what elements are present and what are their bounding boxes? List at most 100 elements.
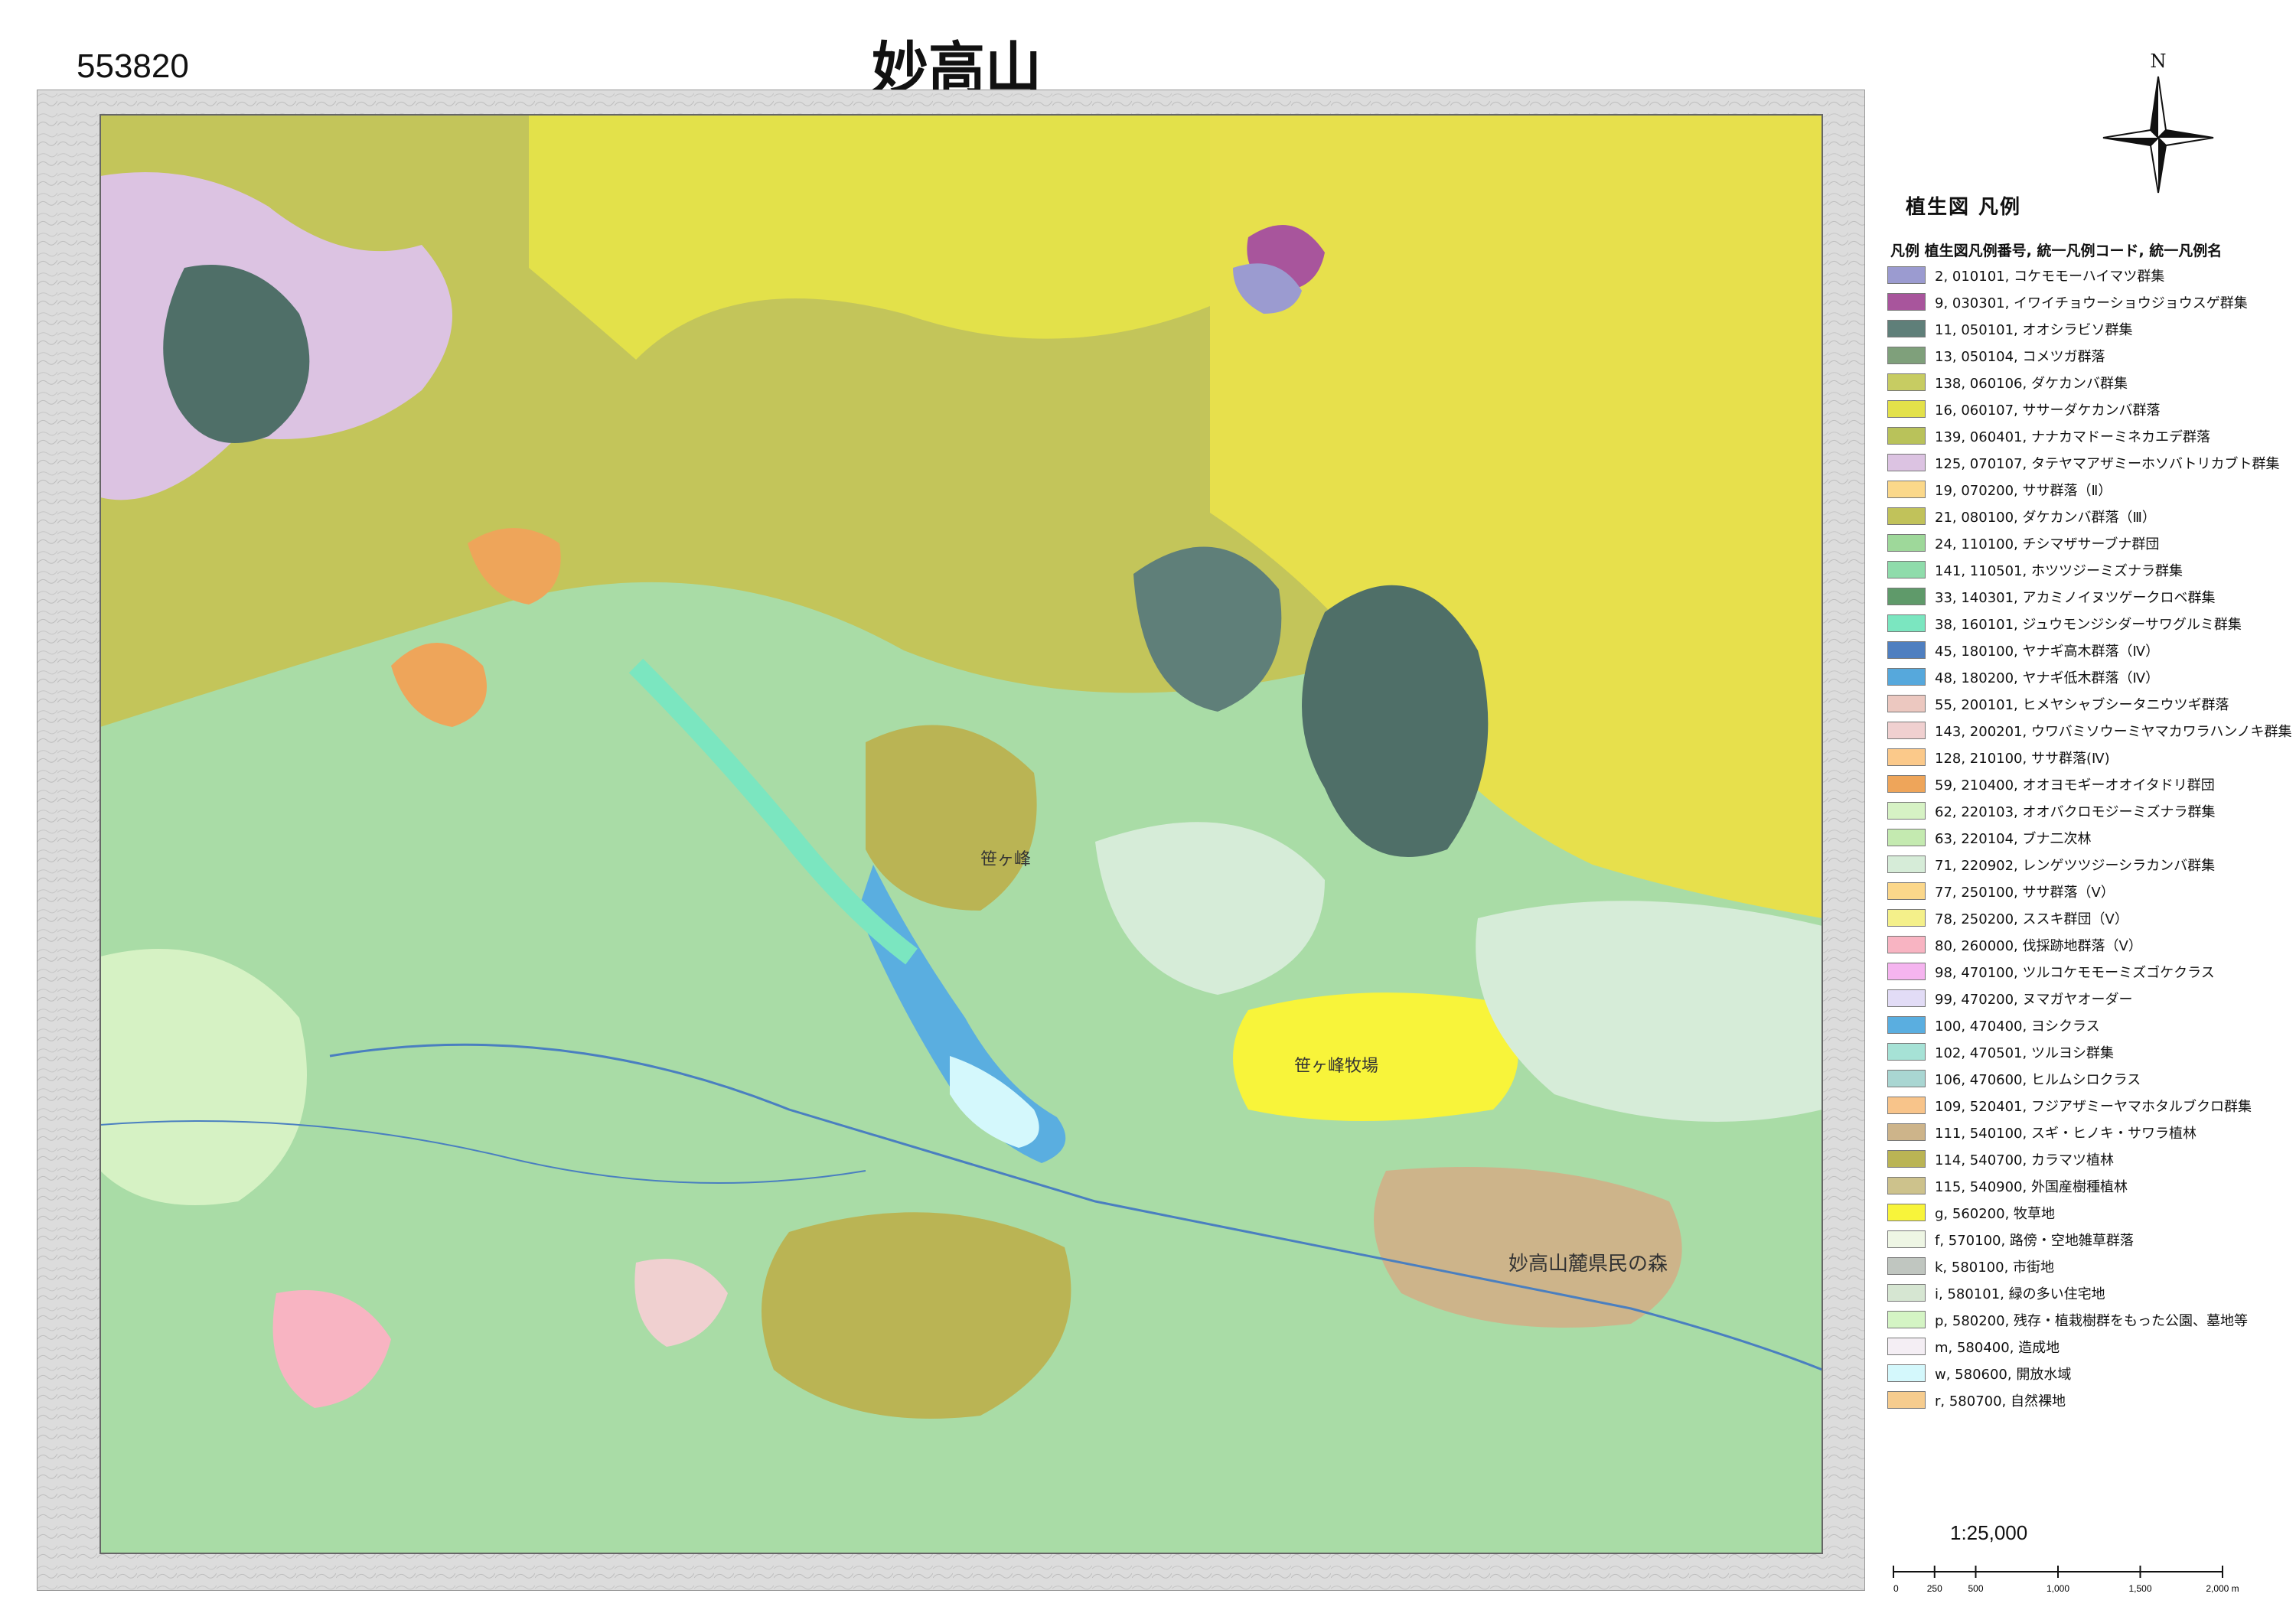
scale-tick-label: 250 — [1927, 1583, 1942, 1594]
legend-label: 139, 060401, ナナカマドーミネカエデ群落 — [1935, 429, 2210, 445]
legend-item: 63, 220104, ブナ二次林 — [1887, 824, 2285, 851]
legend-label: r, 580700, 自然裸地 — [1935, 1393, 2066, 1410]
legend-swatch — [1887, 909, 1926, 927]
legend-item: 2, 010101, コケモモーハイマツ群集 — [1887, 262, 2285, 288]
legend-swatch — [1887, 1284, 1926, 1302]
legend-label: g, 560200, 牧草地 — [1935, 1205, 2056, 1222]
map-inner: 妙高山麓県民の森 笹ヶ峰牧場 笹ヶ峰 — [99, 114, 1823, 1554]
legend-item: 71, 220902, レンゲツツジーシラカンバ群集 — [1887, 851, 2285, 878]
legend-swatch — [1887, 1016, 1926, 1034]
legend-swatch — [1887, 373, 1926, 391]
legend-swatch — [1887, 534, 1926, 552]
legend-item: 59, 210400, オオヨモギーオオイタドリ群団 — [1887, 771, 2285, 797]
place-label-sasagamine-ranch: 笹ヶ峰牧場 — [1294, 1057, 1378, 1076]
legend-item: 62, 220103, オオバクロモジーミズナラ群集 — [1887, 797, 2285, 824]
legend-item: 77, 250100, ササ群落（Ⅴ） — [1887, 878, 2285, 904]
legend-item: 114, 540700, カラマツ植林 — [1887, 1146, 2285, 1172]
legend-label: 98, 470100, ツルコケモモーミズゴケクラス — [1935, 964, 2215, 981]
legend-item: 45, 180100, ヤナギ高木群落（Ⅳ） — [1887, 637, 2285, 663]
legend-swatch — [1887, 1338, 1926, 1355]
legend-item: r, 580700, 自然裸地 — [1887, 1387, 2285, 1413]
scale-tick-label: 0 — [1893, 1583, 1899, 1594]
legend-label: 99, 470200, ヌマガヤオーダー — [1935, 991, 2133, 1008]
legend-item: 16, 060107, ササーダケカンバ群落 — [1887, 396, 2285, 422]
legend-item: 125, 070107, タテヤマアザミーホソバトリカブト群集 — [1887, 449, 2285, 476]
legend-label: 111, 540100, スギ・ヒノキ・サワラ植林 — [1935, 1125, 2197, 1142]
legend-label: 78, 250200, ススキ群団（Ⅴ） — [1935, 911, 2128, 927]
legend-label: p, 580200, 残存・植栽樹群をもった公園、墓地等 — [1935, 1312, 2249, 1329]
legend-item: k, 580100, 市街地 — [1887, 1253, 2285, 1279]
legend-label: 109, 520401, フジアザミーヤマホタルブクロ群集 — [1935, 1098, 2252, 1115]
legend-label: 63, 220104, ブナ二次林 — [1935, 830, 2092, 847]
legend-swatch — [1887, 748, 1926, 766]
legend-label: 45, 180100, ヤナギ高木群落（Ⅳ） — [1935, 643, 2160, 660]
legend-item: 78, 250200, ススキ群団（Ⅴ） — [1887, 904, 2285, 931]
legend-swatch — [1887, 1097, 1926, 1114]
legend-swatch — [1887, 614, 1926, 632]
legend-label: 128, 210100, ササ群落(Ⅳ) — [1935, 750, 2110, 767]
vegetation-map-canvas: 妙高山麓県民の森 笹ヶ峰牧場 笹ヶ峰 — [38, 90, 1864, 1590]
legend-swatch — [1887, 293, 1926, 311]
legend-swatch — [1887, 561, 1926, 578]
place-label-sasagamine: 笹ヶ峰 — [980, 850, 1031, 869]
legend-swatch — [1887, 641, 1926, 659]
place-label-prefectural-forest: 妙高山麓県民の森 — [1508, 1253, 1668, 1276]
legend-label: 38, 160101, ジュウモンジシダーサワグルミ群集 — [1935, 616, 2242, 633]
legend-item: 19, 070200, ササ群落（Ⅱ） — [1887, 476, 2285, 503]
legend-item: 109, 520401, フジアザミーヤマホタルブクロ群集 — [1887, 1092, 2285, 1119]
legend-swatch — [1887, 829, 1926, 846]
legend-item: 80, 260000, 伐採跡地群落（Ⅴ） — [1887, 931, 2285, 958]
legend-label: 24, 110100, チシマザサーブナ群団 — [1935, 536, 2160, 552]
legend-swatch — [1887, 266, 1926, 284]
legend-item: 102, 470501, ツルヨシ群集 — [1887, 1038, 2285, 1065]
legend-swatch — [1887, 1391, 1926, 1409]
legend-label: 21, 080100, ダケカンバ群落（Ⅲ） — [1935, 509, 2156, 526]
legend-swatch — [1887, 1150, 1926, 1168]
legend-swatch — [1887, 936, 1926, 953]
sheet-id: 553820 — [77, 47, 189, 85]
legend-item: 106, 470600, ヒルムシロクラス — [1887, 1065, 2285, 1092]
legend-swatch — [1887, 882, 1926, 900]
legend-swatch — [1887, 588, 1926, 605]
legend-item: 55, 200101, ヒメヤシャブシータニウツギ群落 — [1887, 690, 2285, 717]
legend-swatch — [1887, 775, 1926, 793]
legend-item: w, 580600, 開放水域 — [1887, 1360, 2285, 1387]
legend-item: m, 580400, 造成地 — [1887, 1333, 2285, 1360]
legend-swatch — [1887, 989, 1926, 1007]
legend-label: f, 570100, 路傍・空地雑草群落 — [1935, 1232, 2134, 1249]
legend-item: 11, 050101, オオシラビソ群集 — [1887, 315, 2285, 342]
legend-item: 98, 470100, ツルコケモモーミズゴケクラス — [1887, 958, 2285, 985]
legend-label: i, 580101, 緑の多い住宅地 — [1935, 1286, 2105, 1302]
legend-item: 99, 470200, ヌマガヤオーダー — [1887, 985, 2285, 1012]
legend-label: 125, 070107, タテヤマアザミーホソバトリカブト群集 — [1935, 455, 2280, 472]
scale-ratio: 1:25,000 — [1950, 1521, 2028, 1544]
legend-header: 凡例 植生図凡例番号, 統一凡例コード, 統一凡例名 — [1890, 243, 2223, 259]
legend-swatch — [1887, 1043, 1926, 1061]
scale-bar: 0 250 500 1,000 1,500 2,000 m — [1883, 1561, 2265, 1607]
scale-tick-label: 500 — [1968, 1583, 1983, 1594]
legend-item: f, 570100, 路傍・空地雑草群落 — [1887, 1226, 2285, 1253]
legend-label: 55, 200101, ヒメヤシャブシータニウツギ群落 — [1935, 696, 2229, 713]
legend-swatch — [1887, 400, 1926, 418]
legend-swatch — [1887, 1311, 1926, 1328]
legend: 2, 010101, コケモモーハイマツ群集 9, 030301, イワイチョウー… — [1887, 262, 2292, 1413]
legend-swatch — [1887, 963, 1926, 980]
legend-swatch — [1887, 1230, 1926, 1248]
vegetation-map[interactable]: 妙高山麓県民の森 笹ヶ峰牧場 笹ヶ峰 — [37, 90, 1865, 1591]
scale-tick-label: 1,500 — [2128, 1583, 2151, 1594]
legend-swatch — [1887, 722, 1926, 739]
legend-label: 59, 210400, オオヨモギーオオイタドリ群団 — [1935, 777, 2215, 794]
legend-label: m, 580400, 造成地 — [1935, 1339, 2060, 1356]
legend-label: 16, 060107, ササーダケカンバ群落 — [1935, 402, 2161, 419]
legend-label: 71, 220902, レンゲツツジーシラカンバ群集 — [1935, 857, 2216, 874]
legend-item: 21, 080100, ダケカンバ群落（Ⅲ） — [1887, 503, 2285, 530]
legend-label: 114, 540700, カラマツ植林 — [1935, 1152, 2114, 1168]
legend-swatch — [1887, 1364, 1926, 1382]
legend-swatch — [1887, 320, 1926, 337]
legend-swatch — [1887, 1204, 1926, 1221]
legend-swatch — [1887, 347, 1926, 364]
legend-item: 141, 110501, ホツツジーミズナラ群集 — [1887, 556, 2285, 583]
legend-swatch — [1887, 454, 1926, 471]
legend-swatch — [1887, 855, 1926, 873]
legend-label: 102, 470501, ツルヨシ群集 — [1935, 1045, 2114, 1061]
